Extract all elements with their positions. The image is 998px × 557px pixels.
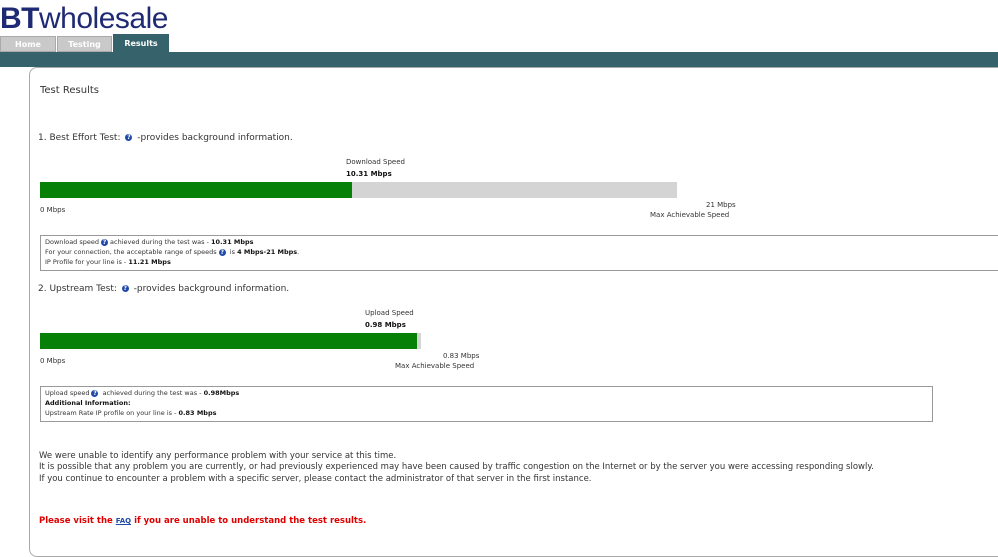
- upstream-profile-text: Upstream Rate IP profile on your line is…: [45, 409, 177, 417]
- download-min-label: 0 Mbps: [40, 206, 66, 214]
- bt-wholesale-logo: BTwholesale: [0, 4, 168, 34]
- download-info-box: Download speed? achieved during the test …: [40, 235, 998, 271]
- upload-info-text: Upload speed: [45, 389, 90, 397]
- download-info-line2: For your connection, the acceptable rang…: [45, 248, 299, 256]
- upload-info-line2: Additional Information:: [45, 399, 131, 407]
- range-info-text: For your connection, the acceptable rang…: [45, 248, 217, 256]
- upload-info-text: achieved during the test was -: [102, 389, 202, 397]
- range-info-end: .: [297, 248, 300, 256]
- best-effort-heading-prefix: 1. Best Effort Test:: [38, 133, 121, 143]
- upstream-heading-prefix: 2. Upstream Test:: [38, 284, 117, 294]
- question-icon[interactable]: ?: [121, 285, 129, 292]
- tab-home[interactable]: Home: [0, 36, 56, 52]
- faq-suffix: if you are unable to understand the test…: [134, 516, 367, 526]
- download-speed-label: Download Speed: [346, 158, 405, 166]
- logo-wholesale: wholesale: [39, 2, 168, 35]
- range-info-value: 4 Mbps-21 Mbps: [237, 248, 298, 256]
- upload-min-label: 0 Mbps: [40, 357, 66, 365]
- download-max-value: 21 Mbps: [706, 201, 736, 209]
- additional-info-heading: Additional Information:: [45, 399, 131, 407]
- upload-info-line3: Upstream Rate IP profile on your line is…: [45, 409, 216, 417]
- question-icon[interactable]: ?: [91, 389, 99, 397]
- download-info-text: achieved during the test was -: [110, 238, 209, 246]
- download-info-line1: Download speed? achieved during the test …: [45, 238, 254, 246]
- header-strip: [0, 52, 998, 67]
- best-effort-heading-suffix: -provides background information.: [137, 133, 293, 143]
- ip-profile-text: IP Profile for your line is -: [45, 258, 127, 266]
- question-icon[interactable]: ?: [125, 134, 133, 141]
- logo-bt: BT: [0, 2, 40, 35]
- download-info-text: Download speed: [45, 238, 100, 246]
- result-message-1: We were unable to identify any performan…: [39, 451, 397, 461]
- upload-speed-value: 0.98 Mbps: [365, 321, 406, 329]
- upstream-heading-suffix: -provides background information.: [133, 284, 290, 294]
- result-message-2: It is possible that any problem you are …: [39, 462, 874, 472]
- upload-speed-fill: [40, 333, 418, 349]
- tab-results[interactable]: Results: [113, 34, 169, 53]
- page-title: Test Results: [40, 85, 99, 96]
- upload-info-box: Upload speed? achieved during the test w…: [40, 386, 933, 422]
- ip-profile-value: 11.21 Mbps: [128, 258, 171, 266]
- tab-testing[interactable]: Testing: [57, 36, 112, 52]
- upload-speed-label: Upload Speed: [365, 309, 414, 317]
- faq-prefix: Please visit the: [39, 516, 113, 526]
- upload-max-value: 0.83 Mbps: [443, 352, 480, 360]
- download-speed-value: 10.31 Mbps: [346, 170, 392, 178]
- download-speed-fill: [40, 182, 353, 198]
- download-info-line3: IP Profile for your line is - 11.21 Mbps: [45, 258, 171, 266]
- download-max-label: Max Achievable Speed: [650, 211, 730, 219]
- result-message-3: If you continue to encounter a problem w…: [39, 474, 592, 484]
- question-icon[interactable]: ?: [101, 238, 109, 246]
- range-info-text: is: [229, 248, 235, 256]
- upstream-profile-value: 0.83 Mbps: [178, 409, 217, 417]
- upload-info-line1: Upload speed? achieved during the test w…: [45, 389, 239, 397]
- download-info-value: 10.31 Mbps: [211, 238, 254, 246]
- upstream-heading: 2. Upstream Test: ? -provides background…: [38, 284, 289, 294]
- upload-max-label: Max Achievable Speed: [395, 362, 475, 370]
- question-icon[interactable]: ?: [218, 248, 226, 256]
- best-effort-heading: 1. Best Effort Test: ? -provides backgro…: [38, 133, 293, 143]
- upload-info-value: 0.98Mbps: [203, 389, 240, 397]
- faq-notice: Please visit the FAQ if you are unable t…: [39, 516, 366, 526]
- faq-link[interactable]: FAQ: [116, 517, 131, 525]
